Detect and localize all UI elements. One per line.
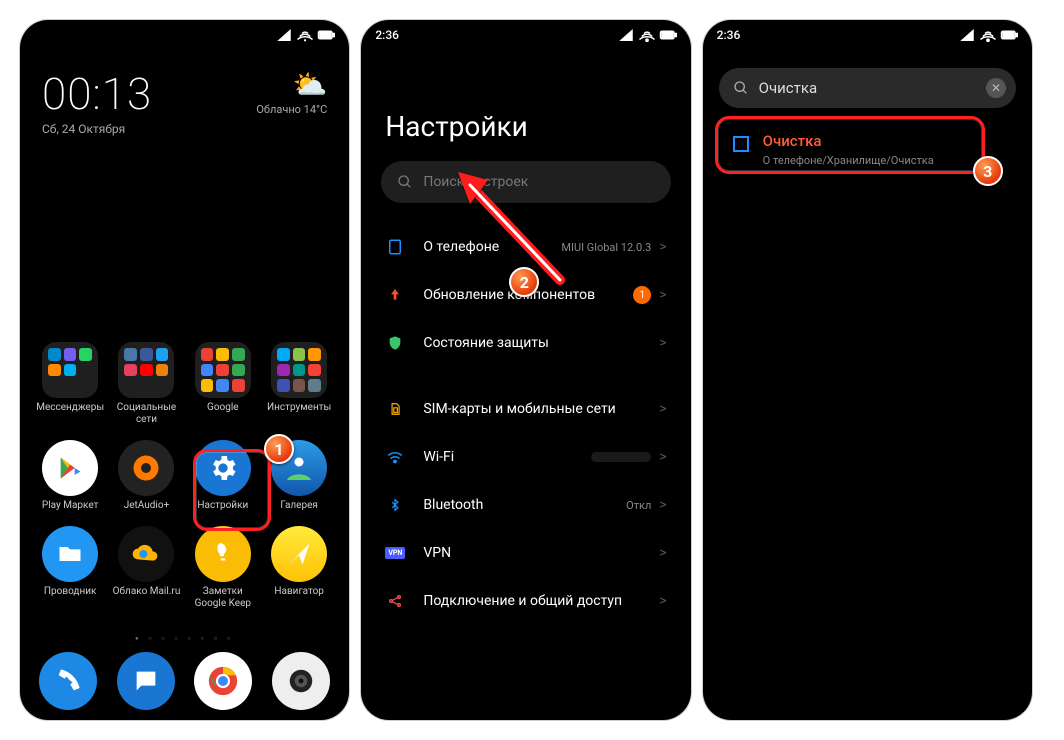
settings-bluetooth[interactable]: Bluetooth Откл xyxy=(361,481,690,529)
status-bar xyxy=(20,20,349,50)
chevron-right-icon xyxy=(659,497,666,513)
shield-icon xyxy=(385,333,405,353)
callout-badge-1: 1 xyxy=(264,434,294,464)
navigator-icon xyxy=(271,526,327,582)
status-bar: 2:36 xyxy=(703,20,1032,50)
clock-widget[interactable]: 00:13 Сб, 24 Октября xyxy=(42,68,152,136)
chevron-right-icon xyxy=(659,239,666,255)
chrome-icon xyxy=(194,652,252,710)
play-store-icon xyxy=(42,440,98,496)
clock-date: Сб, 24 Октября xyxy=(42,122,152,136)
phone-settings-screen: 2:36 Настройки Поиск настроек О телефоне… xyxy=(361,20,690,720)
weather-widget[interactable]: ⛅ Облачно 14°C xyxy=(256,68,327,136)
search-placeholder: Поиск настроек xyxy=(423,174,528,190)
weather-text: Облачно 14°C xyxy=(256,103,327,116)
status-icons xyxy=(275,26,335,44)
chevron-right-icon xyxy=(659,287,666,303)
settings-connection-sharing[interactable]: Подключение и общий доступ xyxy=(361,577,690,625)
app-mailru-cloud[interactable]: Облако Mail.ru xyxy=(108,526,184,610)
callout-highlight-1 xyxy=(193,449,271,531)
app-play-store[interactable]: Play Маркет xyxy=(32,440,108,512)
chevron-right-icon xyxy=(659,593,666,609)
callout-highlight-3 xyxy=(715,116,985,174)
vpn-icon: VPN xyxy=(385,543,405,563)
settings-sim-mobile[interactable]: SIM-карты и мобильные сети xyxy=(361,385,690,433)
app-jetaudio[interactable]: JetAudio+ xyxy=(108,440,184,512)
bluetooth-value: Откл xyxy=(626,499,651,512)
camera-icon xyxy=(272,652,330,710)
folder-tools[interactable]: Инструменты xyxy=(261,342,337,426)
settings-vpn[interactable]: VPN VPN xyxy=(361,529,690,577)
status-bar: 2:36 xyxy=(361,20,690,50)
settings-wifi[interactable]: Wi-Fi xyxy=(361,433,690,481)
search-icon xyxy=(397,174,413,190)
status-icons xyxy=(617,26,677,44)
sim-icon xyxy=(385,399,405,419)
status-time: 2:36 xyxy=(375,28,399,42)
app-google-keep[interactable]: Заметки Google Keep xyxy=(185,526,261,610)
search-query: Очистка xyxy=(759,79,976,97)
page-indicator: ● ○ ○ ○ ○ ○ ○ ○ xyxy=(20,635,349,642)
keep-icon xyxy=(195,526,251,582)
folder-social[interactable]: Социальные сети xyxy=(108,342,184,426)
cloud-icon xyxy=(118,526,174,582)
clear-search-icon[interactable]: ✕ xyxy=(986,78,1006,98)
chevron-right-icon xyxy=(659,335,666,351)
callout-badge-3: 3 xyxy=(973,156,1003,186)
wifi-icon xyxy=(385,447,405,467)
chevron-right-icon xyxy=(659,545,666,561)
about-value: MIUI Global 12.0.3 xyxy=(561,241,651,254)
page-title: Настройки xyxy=(361,50,690,161)
settings-security-status[interactable]: Состояние защиты xyxy=(361,319,690,367)
dock-camera[interactable] xyxy=(272,652,330,710)
folder-messengers[interactable]: Мессенджеры xyxy=(32,342,108,426)
about-icon xyxy=(385,237,405,257)
dock-messages[interactable] xyxy=(117,652,175,710)
jetaudio-icon xyxy=(118,440,174,496)
folder-google[interactable]: Google xyxy=(185,342,261,426)
phone-home-screen: 00:13 Сб, 24 Октября ⛅ Облачно 14°C Месс… xyxy=(20,20,349,720)
update-icon xyxy=(385,285,405,305)
chevron-right-icon xyxy=(659,449,666,465)
app-file-explorer[interactable]: Проводник xyxy=(32,526,108,610)
phone-icon xyxy=(39,652,97,710)
messages-icon xyxy=(117,652,175,710)
dock-chrome[interactable] xyxy=(194,652,252,710)
search-input[interactable]: Поиск настроек xyxy=(381,161,670,203)
badge-count: 1 xyxy=(633,286,651,304)
app-navigator[interactable]: Навигатор xyxy=(261,526,337,610)
settings-about-phone[interactable]: О телефоне MIUI Global 12.0.3 xyxy=(361,223,690,271)
clock-time: 00:13 xyxy=(42,68,152,120)
chevron-right-icon xyxy=(659,401,666,417)
status-icons xyxy=(958,26,1018,44)
dock-phone[interactable] xyxy=(39,652,97,710)
search-icon xyxy=(733,80,749,96)
wifi-value-redacted xyxy=(591,452,651,462)
status-time: 2:36 xyxy=(717,28,741,42)
bluetooth-icon xyxy=(385,495,405,515)
weather-icon: ⛅ xyxy=(256,68,327,101)
dock xyxy=(20,652,349,710)
search-input-filled[interactable]: Очистка ✕ xyxy=(719,68,1016,108)
phone-search-results: 2:36 Очистка ✕ Очистка О телефоне/Хранил… xyxy=(703,20,1032,720)
share-icon xyxy=(385,591,405,611)
folder-icon xyxy=(42,526,98,582)
